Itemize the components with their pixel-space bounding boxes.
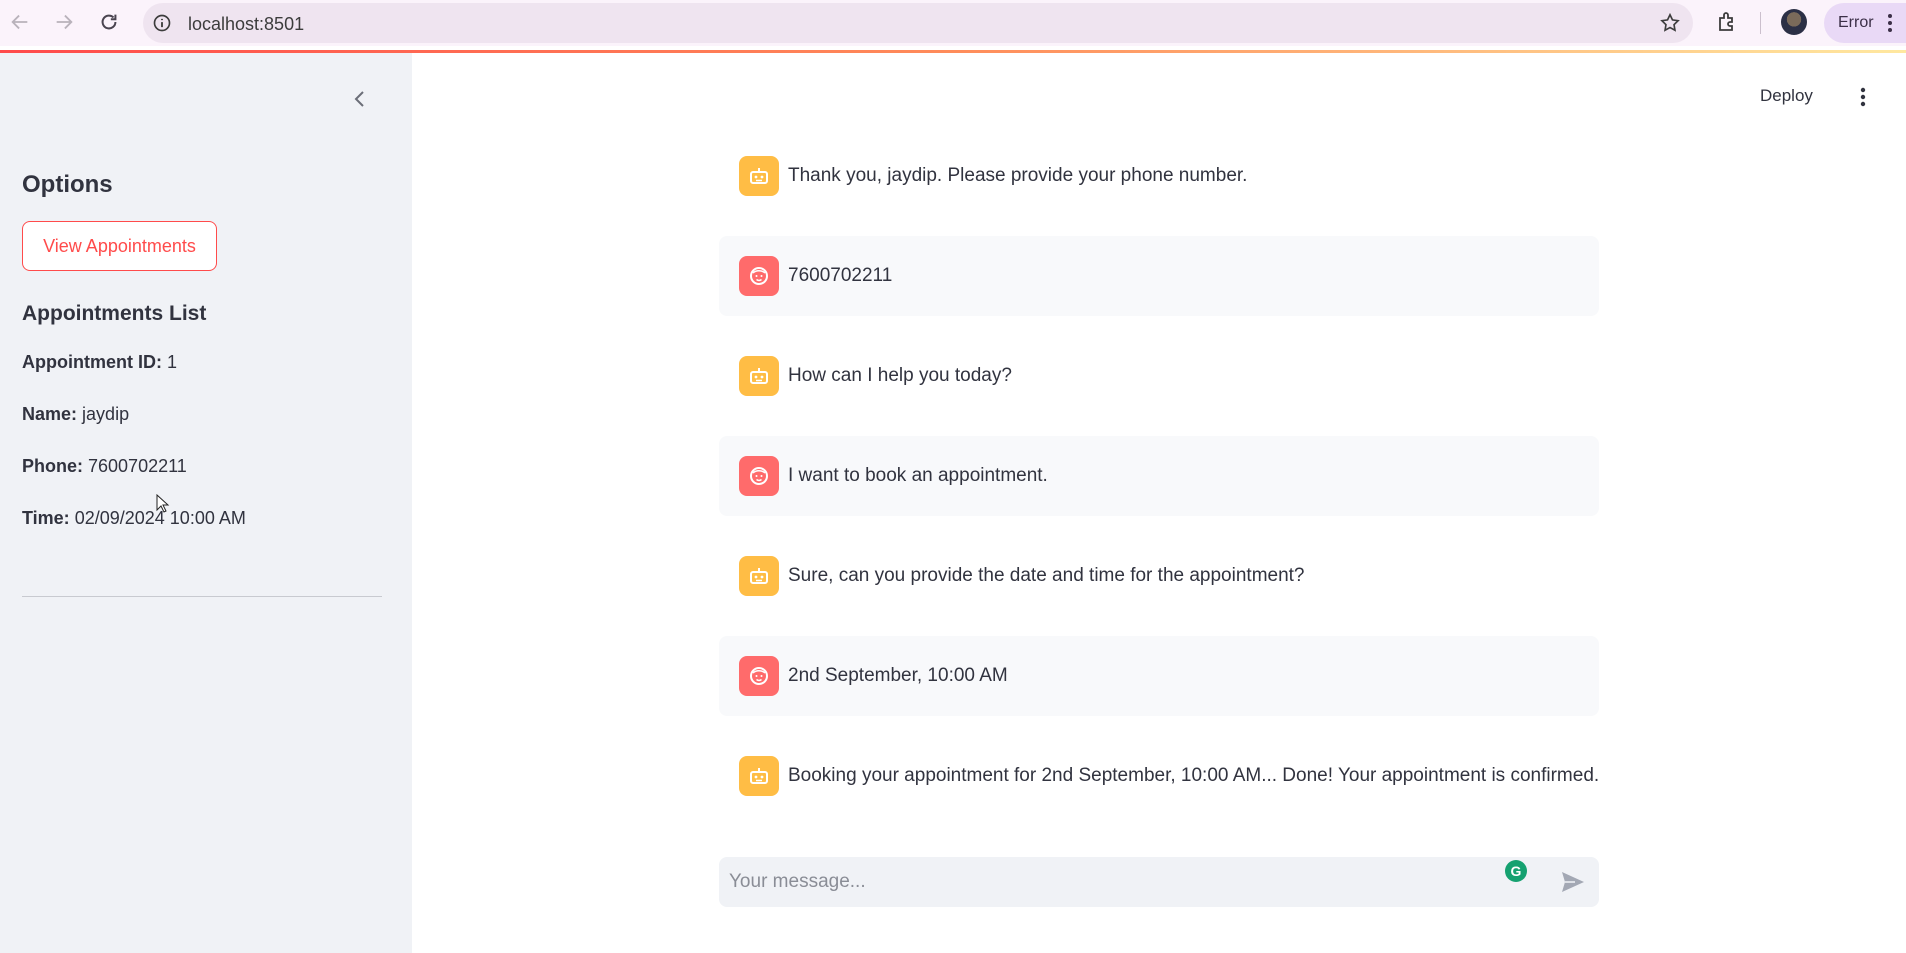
chat-message-user: 2nd September, 10:00 AM — [719, 636, 1599, 716]
chat-message-user: 7600702211 — [719, 236, 1599, 316]
appointment-phone-label: Phone: — [22, 456, 83, 476]
appointment-id-label: Appointment ID: — [22, 352, 162, 372]
chat-message-input[interactable] — [729, 857, 1489, 907]
appointment-id-value: 1 — [167, 352, 178, 372]
robot-icon — [750, 768, 768, 784]
chat-message-assistant: Sure, can you provide the date and time … — [719, 536, 1599, 616]
main-menu-icon[interactable] — [1860, 87, 1866, 107]
message-text: Sure, can you provide the date and time … — [788, 565, 1305, 586]
toolbar-divider — [1760, 12, 1761, 34]
view-appointments-button[interactable]: View Appointments — [22, 221, 217, 271]
profile-status-label: Error — [1838, 14, 1874, 31]
appointments-list-title: Appointments List — [22, 302, 207, 325]
robot-icon — [750, 168, 768, 184]
assistant-avatar — [739, 356, 779, 396]
message-text: How can I help you today? — [788, 365, 1012, 386]
assistant-avatar — [739, 756, 779, 796]
appointment-id-row: Appointment ID: 1 — [22, 352, 177, 373]
appointment-name-value: jaydip — [82, 404, 130, 424]
grammarly-icon[interactable]: G — [1505, 860, 1527, 882]
appointment-name-label: Name: — [22, 404, 78, 424]
arrow-left-icon — [11, 14, 28, 30]
message-text: 7600702211 — [788, 265, 893, 286]
arrow-right-icon — [56, 14, 73, 30]
browser-toolbar: localhost:8501 Error — [0, 0, 1906, 46]
appointment-phone-value: 7600702211 — [88, 456, 187, 476]
address-bar[interactable]: localhost:8501 — [143, 3, 1693, 43]
message-text: Thank you, jaydip. Please provide your p… — [788, 165, 1248, 186]
message-text: I want to book an appointment. — [788, 465, 1048, 486]
assistant-avatar — [739, 156, 779, 196]
deploy-button[interactable]: Deploy — [1760, 86, 1813, 106]
assistant-avatar — [739, 556, 779, 596]
profile-error-button[interactable]: Error — [1824, 3, 1906, 43]
extensions-icon[interactable] — [1716, 10, 1740, 34]
chevron-left-icon[interactable] — [348, 87, 372, 111]
face-icon — [750, 267, 768, 285]
reload-icon — [101, 14, 117, 30]
sidebar: Options View Appointments Appointments L… — [0, 53, 412, 953]
chat-message-assistant: Thank you, jaydip. Please provide your p… — [719, 136, 1599, 216]
reload-button[interactable] — [91, 4, 127, 40]
chat-message-user: I want to book an appointment. — [719, 436, 1599, 516]
user-avatar — [739, 256, 779, 296]
face-icon — [750, 467, 768, 485]
forward-button[interactable] — [46, 4, 82, 40]
message-text: 2nd September, 10:00 AM — [788, 665, 1008, 686]
appointment-time-row: Time: 02/09/2024 10:00 AM — [22, 508, 246, 529]
message-text: Booking your appointment for 2nd Septemb… — [788, 765, 1600, 786]
chat-message-assistant: How can I help you today? — [719, 336, 1599, 416]
appointment-phone-row: Phone: 7600702211 — [22, 456, 187, 477]
mouse-cursor-icon — [156, 494, 170, 513]
profile-avatar[interactable] — [1781, 9, 1807, 35]
url-text[interactable]: localhost:8501 — [188, 14, 304, 35]
back-button[interactable] — [2, 4, 38, 40]
sidebar-divider — [22, 596, 382, 597]
send-icon[interactable] — [1560, 870, 1586, 894]
user-avatar — [739, 456, 779, 496]
robot-icon — [750, 368, 768, 384]
appointment-name-row: Name: jaydip — [22, 404, 129, 425]
chat-message-assistant: Booking your appointment for 2nd Septemb… — [719, 736, 1599, 816]
sidebar-title: Options — [22, 171, 113, 198]
browser-menu-icon[interactable] — [1888, 13, 1892, 33]
user-avatar — [739, 656, 779, 696]
robot-icon — [750, 568, 768, 584]
chat-input-container: G — [719, 857, 1599, 907]
appointment-time-label: Time: — [22, 508, 70, 528]
bookmark-star-icon[interactable] — [1659, 12, 1681, 34]
face-icon — [750, 667, 768, 685]
info-icon[interactable] — [152, 13, 172, 33]
